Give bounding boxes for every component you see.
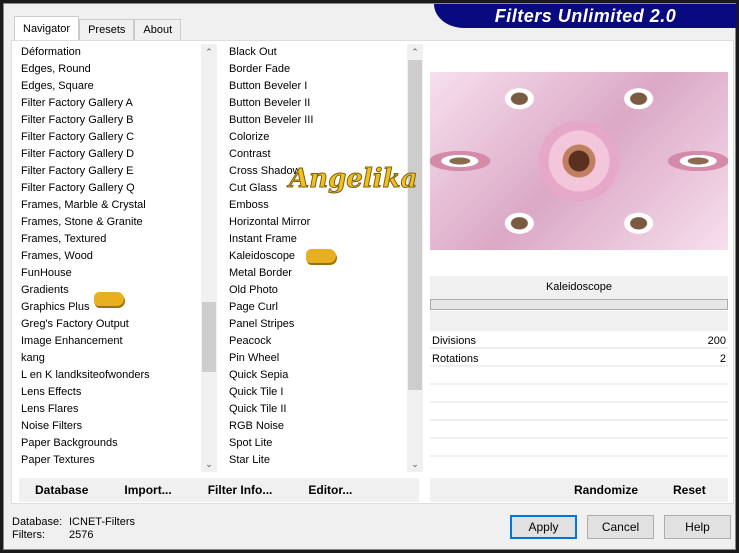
list-item[interactable]: Quick Tile II [223, 401, 407, 418]
list-item[interactable]: Peacock [223, 333, 407, 350]
list-item[interactable]: Quick Tile I [223, 384, 407, 401]
list-item[interactable]: Old Photo [223, 282, 407, 299]
database-label: Database: [12, 516, 63, 528]
list-item[interactable]: Pin Wheel [223, 350, 407, 367]
category-list[interactable]: Déformation Edges, Round Edges, Square Filt… [15, 44, 201, 472]
navigator-panel: Déformation Edges, Round Edges, Square Filt… [11, 40, 734, 504]
filters-count: 2576 [69, 529, 94, 541]
list-item[interactable]: Contrast [223, 146, 407, 163]
list-item[interactable]: Emboss [223, 197, 407, 214]
list-item[interactable]: Frames, Wood [15, 248, 201, 265]
scroll-thumb[interactable] [408, 60, 422, 390]
list-item[interactable]: Black Out [223, 44, 407, 61]
filter-info-button[interactable]: Filter Info... [208, 478, 273, 502]
list-item[interactable]: Button Beveler II [223, 95, 407, 112]
list-item[interactable]: Filter Factory Gallery D [15, 146, 201, 163]
editor-button[interactable]: Editor... [308, 478, 352, 502]
list-item[interactable]: Metal Border [223, 265, 407, 282]
cancel-button[interactable]: Cancel [587, 515, 654, 539]
list-item[interactable]: Filter Factory Gallery Q [15, 180, 201, 197]
help-button[interactable]: Help [664, 515, 731, 539]
list-item[interactable]: kang [15, 350, 201, 367]
list-item[interactable]: Button Beveler I [223, 78, 407, 95]
param-button-bar: Randomize Reset [430, 478, 728, 502]
scroll-thumb[interactable] [202, 302, 216, 372]
param-label: Rotations [432, 353, 479, 365]
list-item[interactable]: Horizontal Mirror [223, 214, 407, 231]
scroll-up-icon[interactable]: ⌃ [407, 44, 423, 60]
param-divisions-slider[interactable]: Divisions 200 [430, 333, 728, 349]
list-item[interactable]: Paper Backgrounds [15, 435, 201, 452]
database-value: ICNET-Filters [69, 516, 135, 528]
list-item[interactable]: Edges, Square [15, 78, 201, 95]
import-button[interactable]: Import... [124, 478, 171, 502]
database-button[interactable]: Database [35, 478, 88, 502]
param-empty [430, 387, 728, 403]
pointing-hand-icon [94, 292, 124, 306]
param-empty [430, 369, 728, 385]
list-item[interactable]: Instant Frame [223, 231, 407, 248]
tab-bar: Navigator Presets About [14, 16, 182, 40]
list-button-bar: Database Import... Filter Info... Editor… [19, 478, 419, 502]
list-item[interactable]: Panel Stripes [223, 316, 407, 333]
list-item[interactable]: Lens Effects [15, 384, 201, 401]
list-item[interactable]: Quick Sepia [223, 367, 407, 384]
filters-unlimited-window: Filters Unlimited 2.0 Navigator Presets … [3, 3, 737, 550]
list-item[interactable]: Lens Flares [15, 401, 201, 418]
app-title-banner: Filters Unlimited 2.0 [434, 4, 737, 28]
list-item[interactable]: Filter Factory Gallery E [15, 163, 201, 180]
list-item[interactable]: Noise Filters [15, 418, 201, 435]
apply-button[interactable]: Apply [510, 515, 577, 539]
list-item[interactable]: L en K landksiteofwonders [15, 367, 201, 384]
list-item[interactable]: Border Fade [223, 61, 407, 78]
filter-scrollbar[interactable]: ⌃ ⌄ [407, 44, 423, 472]
filters-label: Filters: [12, 529, 45, 541]
scroll-down-icon[interactable]: ⌄ [407, 456, 423, 472]
list-item[interactable]: Edges, Round [15, 61, 201, 78]
list-item[interactable]: Filter Factory Gallery B [15, 112, 201, 129]
randomize-button[interactable]: Randomize [574, 478, 638, 502]
list-item[interactable]: Filter Factory Gallery C [15, 129, 201, 146]
param-value: 200 [707, 335, 726, 347]
list-item[interactable]: Déformation [15, 44, 201, 61]
list-item[interactable]: Greg's Factory Output [15, 316, 201, 333]
list-item[interactable]: Colorize [223, 129, 407, 146]
list-item[interactable]: RGB Noise [223, 418, 407, 435]
param-label: Divisions [432, 335, 477, 347]
param-rotations-slider[interactable]: Rotations 2 [430, 351, 728, 367]
scroll-down-icon[interactable]: ⌄ [201, 456, 217, 472]
list-item[interactable]: Frames, Stone & Granite [15, 214, 201, 231]
list-item[interactable]: Star Lite [223, 452, 407, 469]
list-item[interactable]: Frames, Textured [15, 231, 201, 248]
pointing-hand-icon [306, 249, 336, 263]
list-item[interactable]: Frames, Marble & Crystal [15, 197, 201, 214]
param-spacer [430, 311, 728, 331]
status-info: Database: ICNET-Filters Filters: 2576 [12, 516, 135, 542]
list-item[interactable]: Filter Factory Gallery A [15, 95, 201, 112]
tab-presets[interactable]: Presets [79, 19, 135, 40]
list-item[interactable]: Page Curl [223, 299, 407, 316]
list-item[interactable]: Paper Textures [15, 452, 201, 469]
param-value: 2 [719, 353, 726, 365]
list-item[interactable]: Cross Shadow [223, 163, 407, 180]
reset-button[interactable]: Reset [673, 478, 706, 502]
category-scrollbar[interactable]: ⌃ ⌄ [201, 44, 217, 472]
tab-navigator[interactable]: Navigator [14, 16, 80, 40]
list-item[interactable]: FunHouse [15, 265, 201, 282]
filter-progress-bar [430, 299, 728, 310]
filter-name: Kaleidoscope [430, 276, 728, 299]
scroll-up-icon[interactable]: ⌃ [201, 44, 217, 60]
tab-about[interactable]: About [134, 19, 182, 40]
param-empty [430, 441, 728, 457]
param-empty [430, 423, 728, 439]
preview-image [430, 72, 728, 250]
list-item[interactable]: Button Beveler III [223, 112, 407, 129]
param-empty [430, 405, 728, 421]
list-item[interactable]: Image Enhancement [15, 333, 201, 350]
list-item[interactable]: Cut Glass [223, 180, 407, 197]
list-item[interactable]: Spot Lite [223, 435, 407, 452]
